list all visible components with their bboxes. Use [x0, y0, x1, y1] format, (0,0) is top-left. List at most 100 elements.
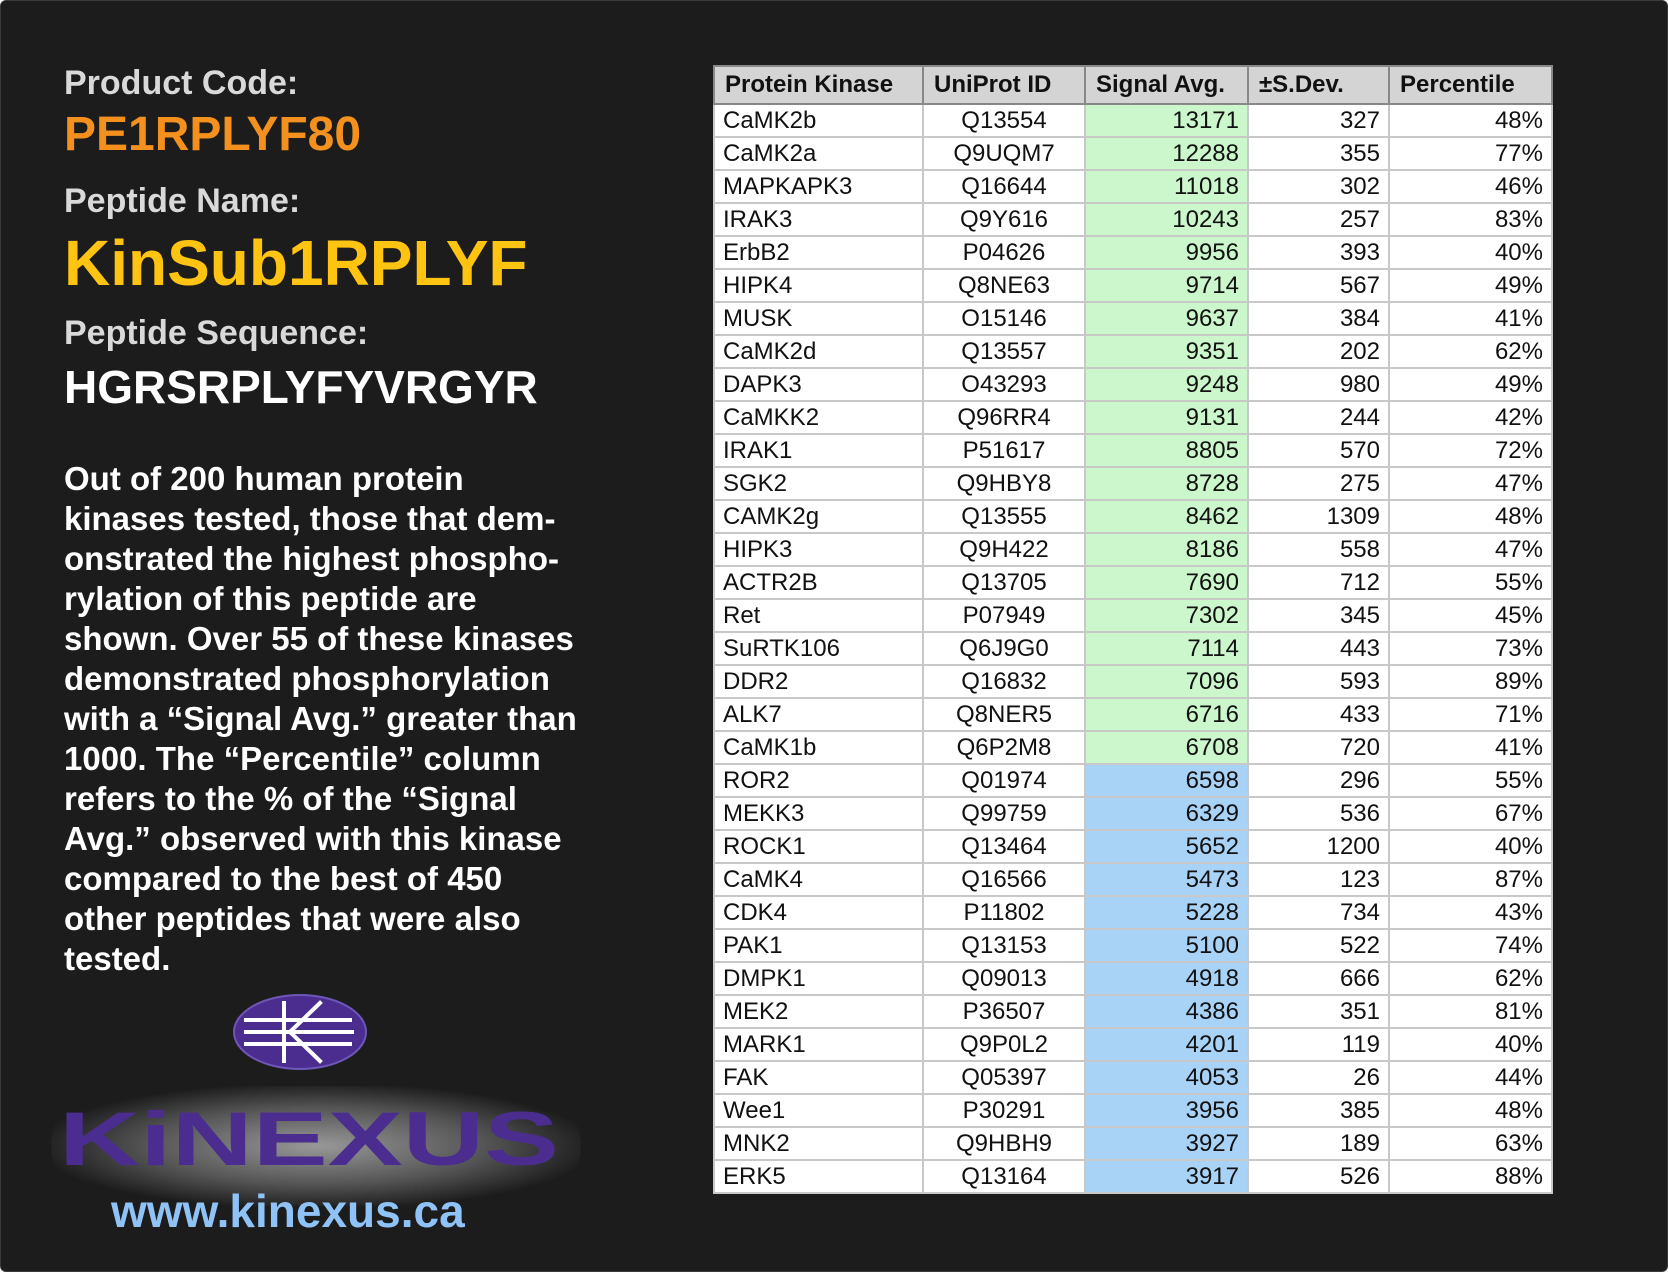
kinase-cell: Ret	[713, 598, 924, 633]
percentile-cell: 62%	[1388, 334, 1553, 369]
kinase-cell: DAPK3	[713, 367, 924, 402]
percentile-cell: 83%	[1388, 202, 1553, 237]
table-row: Wee1 P30291 3956 385 48%	[713, 1093, 1553, 1128]
percentile-cell: 41%	[1388, 301, 1553, 336]
kinase-cell: DMPK1	[713, 961, 924, 996]
uniprot-cell: Q13554	[922, 103, 1086, 138]
logo-text: KiNEXUS	[59, 1101, 559, 1177]
signal-cell: 7096	[1084, 664, 1249, 699]
uniprot-cell: P11802	[922, 895, 1086, 930]
percentile-cell: 77%	[1388, 136, 1553, 171]
sdev-cell: 570	[1247, 433, 1390, 468]
table-row: ERK5 Q13164 3917 526 88%	[713, 1159, 1553, 1194]
percentile-cell: 55%	[1388, 565, 1553, 600]
sdev-cell: 522	[1247, 928, 1390, 963]
uniprot-cell: Q16566	[922, 862, 1086, 897]
uniprot-cell: P07949	[922, 598, 1086, 633]
kinase-cell: FAK	[713, 1060, 924, 1095]
sdev-cell: 189	[1247, 1126, 1390, 1161]
table-row: CaMKK2 Q96RR4 9131 244 42%	[713, 400, 1553, 435]
signal-cell: 11018	[1084, 169, 1249, 204]
sdev-cell: 393	[1247, 235, 1390, 270]
website-link[interactable]: www.kinexus.ca	[111, 1185, 531, 1237]
signal-cell: 6716	[1084, 697, 1249, 732]
signal-cell: 7690	[1084, 565, 1249, 600]
sdev-cell: 536	[1247, 796, 1390, 831]
uniprot-cell: Q9Y616	[922, 202, 1086, 237]
signal-cell: 4053	[1084, 1060, 1249, 1095]
description-line: Out of 200 human protein	[64, 460, 464, 497]
sdev-cell: 1200	[1247, 829, 1390, 864]
sdev-cell: 26	[1247, 1060, 1390, 1095]
signal-cell: 3917	[1084, 1159, 1249, 1194]
table-row: Ret P07949 7302 345 45%	[713, 598, 1553, 633]
percentile-cell: 45%	[1388, 598, 1553, 633]
percentile-cell: 41%	[1388, 730, 1553, 765]
description-line: compared to the best of 450	[64, 860, 503, 897]
uniprot-cell: O43293	[922, 367, 1086, 402]
uniprot-cell: Q6J9G0	[922, 631, 1086, 666]
description-line: tested.	[64, 940, 171, 977]
uniprot-cell: Q9P0L2	[922, 1027, 1086, 1062]
sdev-cell: 384	[1247, 301, 1390, 336]
sdev-cell: 433	[1247, 697, 1390, 732]
uniprot-cell: Q09013	[922, 961, 1086, 996]
uniprot-cell: P04626	[922, 235, 1086, 270]
percentile-cell: 49%	[1388, 367, 1553, 402]
sdev-cell: 302	[1247, 169, 1390, 204]
signal-cell: 5652	[1084, 829, 1249, 864]
sdev-cell: 526	[1247, 1159, 1390, 1194]
percentile-cell: 48%	[1388, 1093, 1553, 1128]
kinase-cell: DDR2	[713, 664, 924, 699]
peptide-name-label: Peptide Name:	[64, 182, 301, 220]
description-line: kinases tested, those that dem-	[64, 500, 556, 537]
description-line: demonstrated phosphorylation	[64, 660, 550, 697]
kinase-cell: IRAK1	[713, 433, 924, 468]
kinase-cell: MNK2	[713, 1126, 924, 1161]
table-row: HIPK3 Q9H422 8186 558 47%	[713, 532, 1553, 567]
kinase-cell: MEKK3	[713, 796, 924, 831]
table-row: MEK2 P36507 4386 351 81%	[713, 994, 1553, 1029]
uniprot-cell: Q9HBY8	[922, 466, 1086, 501]
peptide-sequence-label: Peptide Sequence:	[64, 314, 369, 352]
table-body: CaMK2b Q13554 13171 327 48% CaMK2a Q9UQM7 12288…	[713, 103, 1553, 1194]
sdev-cell: 296	[1247, 763, 1390, 798]
kinase-cell: PAK1	[713, 928, 924, 963]
percentile-cell: 40%	[1388, 1027, 1553, 1062]
table-row: MAPKAPK3 Q16644 11018 302 46%	[713, 169, 1553, 204]
table-row: CaMK2b Q13554 13171 327 48%	[713, 103, 1553, 138]
percentile-cell: 43%	[1388, 895, 1553, 930]
table-row: MEKK3 Q99759 6329 536 67%	[713, 796, 1553, 831]
table-header-row: Protein Kinase UniProt ID Signal Avg. ±S…	[713, 65, 1553, 105]
sdev-cell: 1309	[1247, 499, 1390, 534]
kinase-cell: ErbB2	[713, 235, 924, 270]
description-line: with a “Signal Avg.” greater than	[64, 700, 577, 737]
kinase-cell: ERK5	[713, 1159, 924, 1194]
datasheet-panel: Product Code: PE1RPLYF80 Peptide Name: K…	[0, 0, 1668, 1272]
description-line: refers to the % of the “Signal	[64, 780, 517, 817]
kinase-cell: HIPK4	[713, 268, 924, 303]
table-row: IRAK1 P51617 8805 570 72%	[713, 433, 1553, 468]
table-row: SGK2 Q9HBY8 8728 275 47%	[713, 466, 1553, 501]
percentile-cell: 48%	[1388, 103, 1553, 138]
signal-cell: 6708	[1084, 730, 1249, 765]
signal-cell: 7114	[1084, 631, 1249, 666]
uniprot-cell: P30291	[922, 1093, 1086, 1128]
signal-cell: 8805	[1084, 433, 1249, 468]
percentile-cell: 88%	[1388, 1159, 1553, 1194]
uniprot-cell: Q13555	[922, 499, 1086, 534]
signal-cell: 9956	[1084, 235, 1249, 270]
signal-cell: 4918	[1084, 961, 1249, 996]
description-line: onstrated the highest phospho-	[64, 540, 559, 577]
uniprot-cell: P51617	[922, 433, 1086, 468]
sdev-cell: 327	[1247, 103, 1390, 138]
signal-cell: 8728	[1084, 466, 1249, 501]
table-row: DDR2 Q16832 7096 593 89%	[713, 664, 1553, 699]
signal-cell: 6598	[1084, 763, 1249, 798]
sdev-cell: 712	[1247, 565, 1390, 600]
percentile-cell: 87%	[1388, 862, 1553, 897]
table-row: ACTR2B Q13705 7690 712 55%	[713, 565, 1553, 600]
signal-cell: 3927	[1084, 1126, 1249, 1161]
table-row: CAMK2g Q13555 8462 1309 48%	[713, 499, 1553, 534]
table-row: FAK Q05397 4053 26 44%	[713, 1060, 1553, 1095]
